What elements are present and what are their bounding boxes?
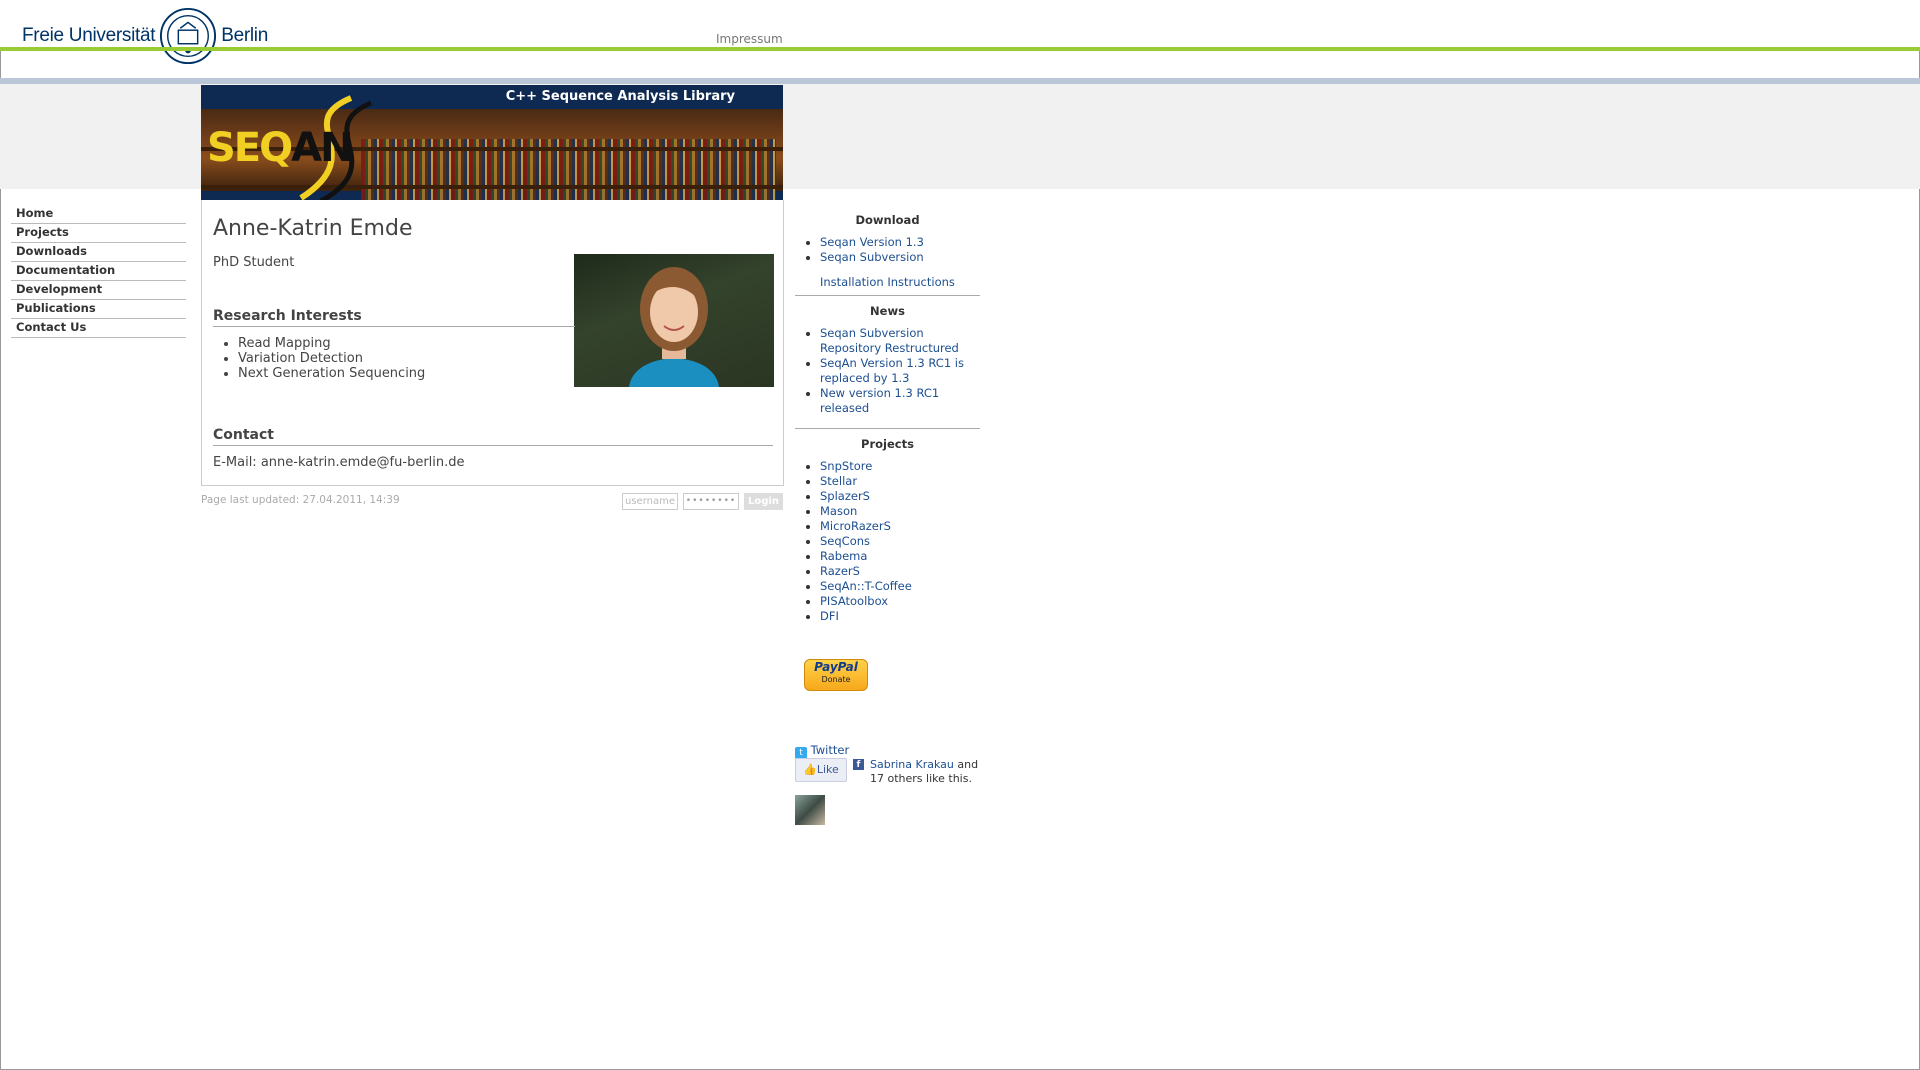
nav-development[interactable]: Development	[11, 281, 186, 300]
projects-heading: Projects	[861, 437, 914, 451]
divider	[795, 428, 980, 429]
list-item: SeqAn Version 1.3 RC1 is replaced by 1.3	[820, 356, 980, 386]
fu-name-right: Berlin	[221, 25, 268, 46]
project-link[interactable]: SeqCons	[820, 534, 870, 548]
university-header: Freie Universität Berlin Impressum	[0, 0, 1920, 65]
fu-seal-icon	[160, 7, 217, 65]
list-item: SeqAn::T-Coffee	[820, 579, 980, 594]
fu-name-left: Freie Universität	[22, 25, 156, 46]
download-heading: Download	[855, 213, 920, 227]
green-divider	[0, 47, 1920, 51]
fu-logo[interactable]: Freie Universität Berlin	[22, 5, 268, 67]
nav-documentation[interactable]: Documentation	[11, 262, 186, 281]
list-item: Seqan Subversion	[820, 250, 980, 265]
avatar[interactable]	[795, 795, 825, 825]
list-item: Rabema	[820, 549, 980, 564]
project-link[interactable]: Stellar	[820, 474, 857, 488]
list-item: Seqan Subversion Repository Restructured	[820, 326, 980, 356]
page-title: Anne-Katrin Emde	[213, 216, 413, 241]
news-link[interactable]: Seqan Subversion Repository Restructured	[820, 326, 959, 355]
project-link[interactable]: MicroRazerS	[820, 519, 891, 533]
project-link[interactable]: DFI	[820, 609, 839, 623]
facebook-icon: f	[853, 759, 864, 770]
list-item: DFI	[820, 609, 980, 624]
logo-an: AN	[291, 125, 353, 171]
logo-seq: SEQ	[207, 125, 293, 171]
list-item: Stellar	[820, 474, 980, 489]
project-link[interactable]: Mason	[820, 504, 857, 518]
project-link[interactable]: RazerS	[820, 564, 860, 578]
list-item: MicroRazerS	[820, 519, 980, 534]
interest-item: Variation Detection	[238, 351, 425, 366]
password-input[interactable]: ••••••••	[683, 493, 739, 510]
nav-downloads[interactable]: Downloads	[11, 243, 186, 262]
seqan-logo[interactable]: SEQAN	[207, 125, 354, 171]
project-link[interactable]: SplazerS	[820, 489, 870, 503]
nav-projects[interactable]: Projects	[11, 224, 186, 243]
profile-role: PhD Student	[213, 255, 295, 270]
download-link[interactable]: Seqan Version 1.3	[820, 235, 924, 249]
profile-photo	[574, 254, 774, 387]
twitter-link-wrap: t Twitter	[795, 743, 849, 759]
username-input[interactable]: username	[622, 493, 678, 510]
portrait-image	[629, 267, 719, 387]
impressum-link[interactable]: Impressum	[716, 32, 783, 46]
nav-publications[interactable]: Publications	[11, 300, 186, 319]
nav-contact-us[interactable]: Contact Us	[11, 319, 186, 338]
projects-list: SnpStore Stellar SplazerS Mason MicroRaz…	[795, 459, 980, 624]
seqan-banner: C++ Sequence Analysis Library SEQAN	[201, 85, 783, 200]
twitter-link[interactable]: Twitter	[811, 743, 850, 757]
interests-list: Read Mapping Variation Detection Next Ge…	[213, 336, 425, 381]
login-button[interactable]: Login	[744, 493, 783, 510]
interest-item: Next Generation Sequencing	[238, 366, 425, 381]
left-navigation: Home Projects Downloads Documentation De…	[11, 205, 186, 338]
list-item: SeqCons	[820, 534, 980, 549]
divider	[795, 295, 980, 296]
project-link[interactable]: SeqAn::T-Coffee	[820, 579, 912, 593]
like-label: Like	[816, 763, 839, 776]
contact-heading: Contact	[213, 427, 773, 446]
project-link[interactable]: SnpStore	[820, 459, 872, 473]
download-link[interactable]: Seqan Subversion	[820, 250, 924, 264]
nav-home[interactable]: Home	[11, 205, 186, 224]
installation-link[interactable]: Installation Instructions	[820, 275, 955, 289]
news-list: Seqan Subversion Repository Restructured…	[795, 326, 980, 416]
last-updated: Page last updated: 27.04.2011, 14:39	[201, 494, 400, 506]
email-address: E-Mail: anne-katrin.emde@fu-berlin.de	[213, 455, 465, 470]
research-interests-heading: Research Interests	[213, 308, 575, 327]
paypal-logo: PayPal	[814, 660, 858, 674]
fb-friend-link[interactable]: Sabrina Krakau	[870, 758, 954, 771]
profile-content: Anne-Katrin Emde PhD Student Research In…	[201, 200, 784, 486]
facebook-like-button[interactable]: 👍Like	[795, 758, 847, 782]
thumbs-up-icon: 👍	[803, 763, 817, 776]
interest-item: Read Mapping	[238, 336, 425, 351]
list-item: New version 1.3 RC1 released	[820, 386, 980, 416]
news-heading: News	[870, 304, 905, 318]
install-wrap: Installation Instructions	[795, 275, 980, 289]
donate-label: Donate	[821, 675, 851, 684]
news-link[interactable]: New version 1.3 RC1 released	[820, 386, 939, 415]
download-list: Seqan Version 1.3 Seqan Subversion	[795, 235, 980, 265]
list-item: SplazerS	[820, 489, 980, 504]
right-sidebar: Download Seqan Version 1.3 Seqan Subvers…	[795, 205, 980, 624]
list-item: RazerS	[820, 564, 980, 579]
project-link[interactable]: Rabema	[820, 549, 867, 563]
news-link[interactable]: SeqAn Version 1.3 RC1 is replaced by 1.3	[820, 356, 964, 385]
paypal-donate-button[interactable]: PayPal Donate	[804, 659, 868, 691]
list-item: Mason	[820, 504, 980, 519]
list-item: Seqan Version 1.3	[820, 235, 980, 250]
facebook-likes-text: Sabrina Krakau and 17 others like this.	[870, 758, 990, 786]
list-item: SnpStore	[820, 459, 980, 474]
list-item: PISAtoolbox	[820, 594, 980, 609]
project-link[interactable]: PISAtoolbox	[820, 594, 888, 608]
banner-title: C++ Sequence Analysis Library	[505, 89, 735, 104]
